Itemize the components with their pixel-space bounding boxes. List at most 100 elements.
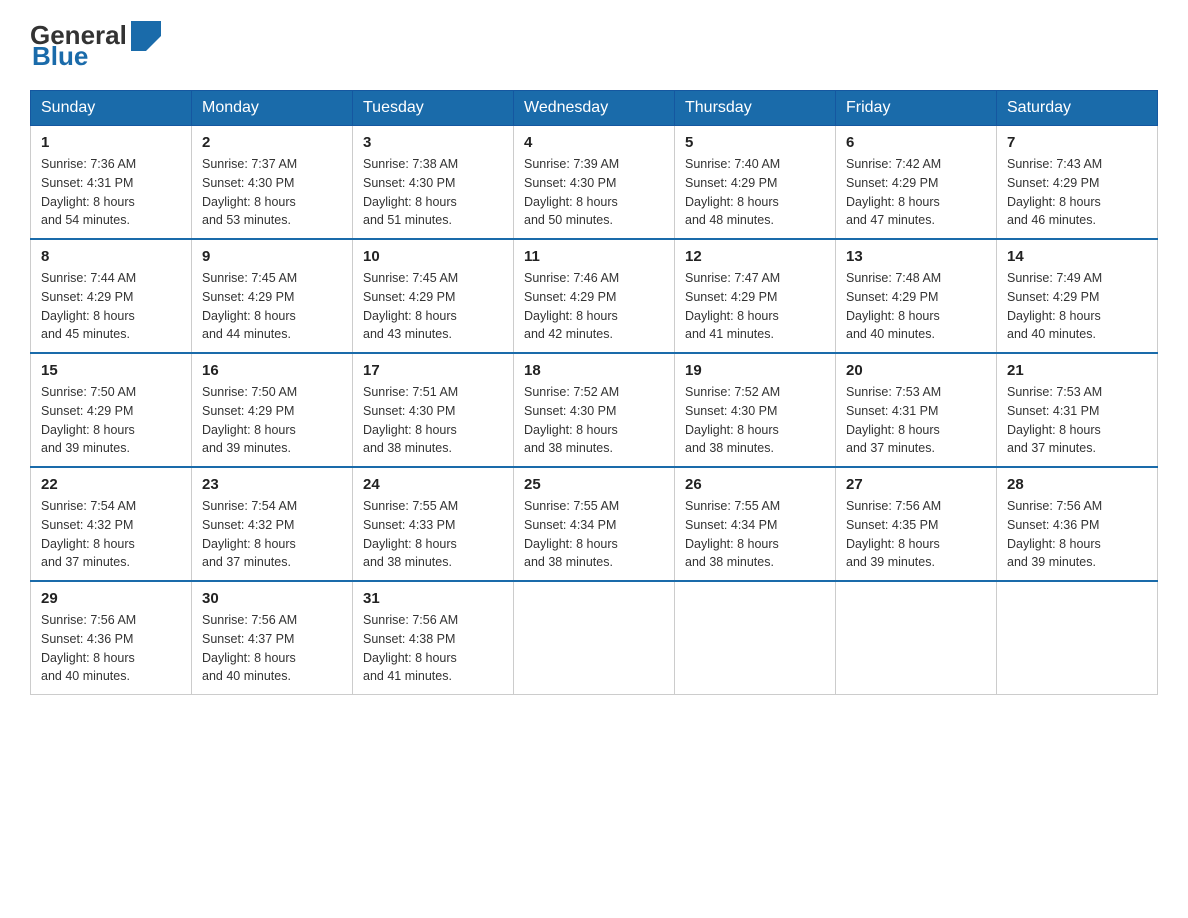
calendar-table: SundayMondayTuesdayWednesdayThursdayFrid… <box>30 90 1158 695</box>
day-number: 24 <box>363 476 503 493</box>
calendar-cell: 11 Sunrise: 7:46 AMSunset: 4:29 PMDayligh… <box>514 239 675 353</box>
calendar-cell: 9 Sunrise: 7:45 AMSunset: 4:29 PMDaylight… <box>192 239 353 353</box>
day-number: 12 <box>685 248 825 265</box>
day-number: 13 <box>846 248 986 265</box>
day-info: Sunrise: 7:45 AMSunset: 4:29 PMDaylight:… <box>363 269 503 344</box>
day-number: 28 <box>1007 476 1147 493</box>
day-number: 10 <box>363 248 503 265</box>
day-number: 23 <box>202 476 342 493</box>
day-info: Sunrise: 7:53 AMSunset: 4:31 PMDaylight:… <box>846 383 986 458</box>
day-number: 30 <box>202 590 342 607</box>
calendar-cell: 8 Sunrise: 7:44 AMSunset: 4:29 PMDaylight… <box>31 239 192 353</box>
day-of-week-thursday: Thursday <box>675 91 836 126</box>
day-info: Sunrise: 7:39 AMSunset: 4:30 PMDaylight:… <box>524 155 664 230</box>
day-number: 8 <box>41 248 181 265</box>
day-number: 1 <box>41 134 181 151</box>
calendar-cell: 22Sunrise: 7:54 AMSunset: 4:32 PMDayligh… <box>31 467 192 581</box>
calendar-week-5: 29Sunrise: 7:56 AMSunset: 4:36 PMDayligh… <box>31 581 1158 695</box>
page-header: General Blue <box>30 20 1158 72</box>
day-info: Sunrise: 7:45 AMSunset: 4:29 PMDaylight:… <box>202 269 342 344</box>
calendar-week-1: 1 Sunrise: 7:36 AMSunset: 4:31 PMDaylight… <box>31 126 1158 240</box>
calendar-week-4: 22 Sunrise: 7:54 AMSunset: 4:32 PMDayligh… <box>31 467 1158 581</box>
calendar-cell: 7 Sunrise: 7:43 AMSunset: 4:29 PMDaylight… <box>997 126 1158 240</box>
calendar-cell: 23 Sunrise: 7:54 AMSunset: 4:32 PMDayligh… <box>192 467 353 581</box>
day-info: Sunrise: 7:47 AMSunset: 4:29 PMDaylight:… <box>685 269 825 344</box>
calendar-cell: 29Sunrise: 7:56 AMSunset: 4:36 PMDayligh… <box>31 581 192 695</box>
calendar-body: 1 Sunrise: 7:36 AMSunset: 4:31 PMDaylight… <box>31 126 1158 695</box>
day-info: Sunrise: 7:50 AMSunset: 4:29 PMDaylight:… <box>202 383 342 458</box>
day-number: 21 <box>1007 362 1147 379</box>
day-number: 9 <box>202 248 342 265</box>
day-number: 14 <box>1007 248 1147 265</box>
day-info: Sunrise: 7:38 AMSunset: 4:30 PMDaylight:… <box>363 155 503 230</box>
calendar-cell: 6 Sunrise: 7:42 AMSunset: 4:29 PMDaylight… <box>836 126 997 240</box>
day-of-week-saturday: Saturday <box>997 91 1158 126</box>
day-number: 5 <box>685 134 825 151</box>
calendar-cell: 27 Sunrise: 7:56 AMSunset: 4:35 PMDayligh… <box>836 467 997 581</box>
calendar-cell: 19 Sunrise: 7:52 AMSunset: 4:30 PMDayligh… <box>675 353 836 467</box>
calendar-cell: 28 Sunrise: 7:56 AMSunset: 4:36 PMDayligh… <box>997 467 1158 581</box>
day-number: 31 <box>363 590 503 607</box>
calendar-cell: 17 Sunrise: 7:51 AMSunset: 4:30 PMDayligh… <box>353 353 514 467</box>
day-info: Sunrise: 7:56 AMSunset: 4:38 PMDaylight:… <box>363 611 503 686</box>
calendar-cell: 24 Sunrise: 7:55 AMSunset: 4:33 PMDayligh… <box>353 467 514 581</box>
day-number: 16 <box>202 362 342 379</box>
day-info: Sunrise: 7:56 AMSunset: 4:35 PMDaylight:… <box>846 497 986 572</box>
day-info: Sunrise: 7:51 AMSunset: 4:30 PMDaylight:… <box>363 383 503 458</box>
day-info: Sunrise: 7:40 AMSunset: 4:29 PMDaylight:… <box>685 155 825 230</box>
day-info: Sunrise: 7:55 AMSunset: 4:33 PMDaylight:… <box>363 497 503 572</box>
day-of-week-tuesday: Tuesday <box>353 91 514 126</box>
day-number: 25 <box>524 476 664 493</box>
day-of-week-monday: Monday <box>192 91 353 126</box>
day-info: Sunrise: 7:50 AMSunset: 4:29 PMDaylight:… <box>41 383 181 458</box>
day-number: 11 <box>524 248 664 265</box>
day-info: Sunrise: 7:54 AMSunset: 4:32 PMDaylight:… <box>202 497 342 572</box>
day-number: 15 <box>41 362 181 379</box>
calendar-cell: 25Sunrise: 7:55 AMSunset: 4:34 PMDayligh… <box>514 467 675 581</box>
calendar-cell: 3 Sunrise: 7:38 AMSunset: 4:30 PMDaylight… <box>353 126 514 240</box>
day-info: Sunrise: 7:52 AMSunset: 4:30 PMDaylight:… <box>685 383 825 458</box>
day-number: 2 <box>202 134 342 151</box>
calendar-cell: 21 Sunrise: 7:53 AMSunset: 4:31 PMDayligh… <box>997 353 1158 467</box>
day-of-week-wednesday: Wednesday <box>514 91 675 126</box>
calendar-cell: 1 Sunrise: 7:36 AMSunset: 4:31 PMDaylight… <box>31 126 192 240</box>
day-info: Sunrise: 7:42 AMSunset: 4:29 PMDaylight:… <box>846 155 986 230</box>
day-info: Sunrise: 7:44 AMSunset: 4:29 PMDaylight:… <box>41 269 181 344</box>
calendar-cell <box>836 581 997 695</box>
calendar-cell: 18Sunrise: 7:52 AMSunset: 4:30 PMDayligh… <box>514 353 675 467</box>
calendar-cell: 20 Sunrise: 7:53 AMSunset: 4:31 PMDayligh… <box>836 353 997 467</box>
calendar-cell: 10 Sunrise: 7:45 AMSunset: 4:29 PMDayligh… <box>353 239 514 353</box>
calendar-cell: 2 Sunrise: 7:37 AMSunset: 4:30 PMDaylight… <box>192 126 353 240</box>
calendar-cell: 13Sunrise: 7:48 AMSunset: 4:29 PMDayligh… <box>836 239 997 353</box>
day-of-week-sunday: Sunday <box>31 91 192 126</box>
day-number: 4 <box>524 134 664 151</box>
day-number: 27 <box>846 476 986 493</box>
calendar-cell <box>997 581 1158 695</box>
calendar-cell: 16 Sunrise: 7:50 AMSunset: 4:29 PMDayligh… <box>192 353 353 467</box>
day-info: Sunrise: 7:56 AMSunset: 4:36 PMDaylight:… <box>41 611 181 686</box>
calendar-cell <box>514 581 675 695</box>
day-info: Sunrise: 7:43 AMSunset: 4:29 PMDaylight:… <box>1007 155 1147 230</box>
day-number: 18 <box>524 362 664 379</box>
day-info: Sunrise: 7:56 AMSunset: 4:36 PMDaylight:… <box>1007 497 1147 572</box>
day-info: Sunrise: 7:56 AMSunset: 4:37 PMDaylight:… <box>202 611 342 686</box>
calendar-week-2: 8 Sunrise: 7:44 AMSunset: 4:29 PMDaylight… <box>31 239 1158 353</box>
day-number: 7 <box>1007 134 1147 151</box>
day-number: 19 <box>685 362 825 379</box>
calendar-cell: 5 Sunrise: 7:40 AMSunset: 4:29 PMDaylight… <box>675 126 836 240</box>
day-of-week-friday: Friday <box>836 91 997 126</box>
day-info: Sunrise: 7:53 AMSunset: 4:31 PMDaylight:… <box>1007 383 1147 458</box>
calendar-cell: 12 Sunrise: 7:47 AMSunset: 4:29 PMDayligh… <box>675 239 836 353</box>
day-info: Sunrise: 7:49 AMSunset: 4:29 PMDaylight:… <box>1007 269 1147 344</box>
day-info: Sunrise: 7:36 AMSunset: 4:31 PMDaylight:… <box>41 155 181 230</box>
day-number: 3 <box>363 134 503 151</box>
calendar-cell <box>675 581 836 695</box>
calendar-week-3: 15 Sunrise: 7:50 AMSunset: 4:29 PMDayligh… <box>31 353 1158 467</box>
day-number: 17 <box>363 362 503 379</box>
day-info: Sunrise: 7:46 AMSunset: 4:29 PMDaylight:… <box>524 269 664 344</box>
day-number: 20 <box>846 362 986 379</box>
day-number: 6 <box>846 134 986 151</box>
logo: General Blue <box>30 20 161 72</box>
day-info: Sunrise: 7:37 AMSunset: 4:30 PMDaylight:… <box>202 155 342 230</box>
day-number: 22 <box>41 476 181 493</box>
